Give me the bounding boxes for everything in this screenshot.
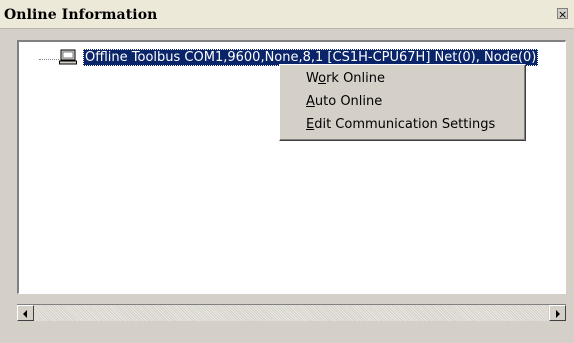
menu-item-work-online[interactable]: Work Online (306, 71, 385, 86)
window-title: Online Information (4, 7, 158, 23)
scroll-left-button[interactable] (17, 305, 34, 321)
horizontal-scrollbar[interactable] (17, 304, 566, 321)
tree-connector-line (39, 59, 59, 60)
title-bar: Online Information × (0, 0, 574, 29)
menu-item-auto-online[interactable]: Auto Online (306, 94, 382, 109)
scroll-right-button[interactable] (549, 305, 566, 321)
close-button[interactable]: × (557, 8, 568, 20)
scroll-track[interactable] (34, 305, 548, 321)
arrow-right-icon (556, 310, 560, 318)
context-menu: Work Online Auto Online Edit Communicati… (279, 64, 526, 141)
online-information-window: Online Information × Offline Toolbus COM… (0, 0, 574, 343)
arrow-left-icon (23, 310, 27, 318)
menu-item-edit-communication-settings[interactable]: Edit Communication Settings (306, 117, 495, 132)
computer-icon (59, 49, 77, 65)
